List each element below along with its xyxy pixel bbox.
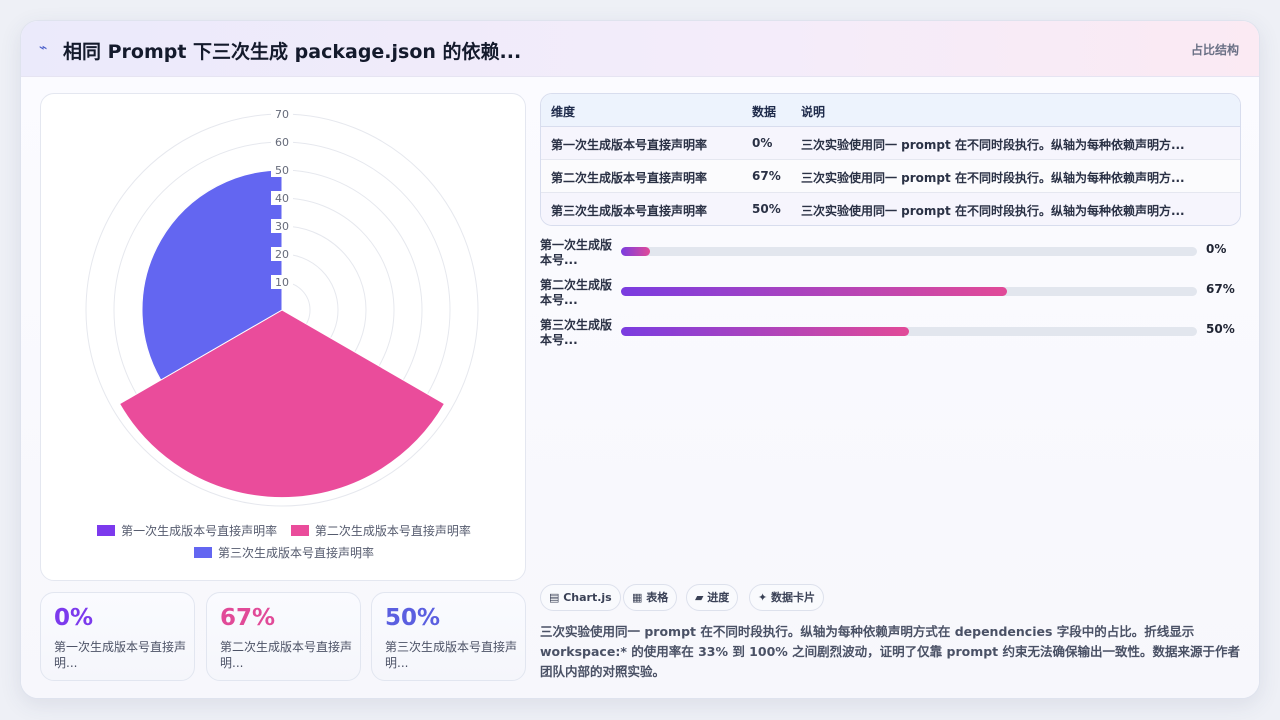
table-cell: 第二次生成版本号直接声明率 <box>551 171 708 185</box>
progress-value: 50% <box>1206 322 1235 336</box>
polar-chart-panel: 10 20 30 40 50 60 70 第一次生成版本号直接声明率 第二次生成版本号直接声… <box>40 93 526 581</box>
data-table: 维度 数据 说明 第一次生成版本号直接声明率 0% 三次实验使用同一 promp… <box>540 93 1241 226</box>
card-title: 相同 Prompt 下三次生成 package.json 的依赖... <box>63 41 522 63</box>
table-row[interactable]: 第三次生成版本号直接声明率 50% 三次实验使用同一 prompt 在不同时段执… <box>541 193 1240 225</box>
radial-tick-label: 70 <box>275 108 289 121</box>
legend-label: 第二次生成版本号直接声明率 <box>314 524 471 538</box>
progress-track <box>621 247 1197 256</box>
progress-fill <box>621 247 650 256</box>
radial-tick-label: 50 <box>275 164 289 177</box>
progress-row-second: 第二次生成版本号... 67% <box>540 278 1241 310</box>
polar-area-chart: 10 20 30 40 50 60 70 <box>85 107 479 507</box>
progress-track <box>621 327 1197 336</box>
radial-tick-label: 60 <box>275 136 289 149</box>
stat-value: 50% <box>385 605 441 631</box>
table-cell: 三次实验使用同一 prompt 在不同时段执行。纵轴为每种依赖声明方... <box>801 138 1185 152</box>
chip-table[interactable]: ▦ 表格 <box>623 584 678 611</box>
table-cell: 0% <box>752 136 773 150</box>
table-row[interactable]: 第一次生成版本号直接声明率 0% 三次实验使用同一 prompt 在不同时段执行… <box>541 127 1240 160</box>
progress-row-first: 第一次生成版本号... 0% <box>540 238 1241 270</box>
chart-description: 三次实验使用同一 prompt 在不同时段执行。纵轴为每种依赖声明方式在 dep… <box>540 624 1241 679</box>
table-header-row: 维度 数据 说明 <box>541 94 1240 127</box>
stat-label: 第三次生成版本号直接声明... <box>385 640 518 670</box>
chart-legend: 第一次生成版本号直接声明率 第二次生成版本号直接声明率 第三次生成版本号直接声明… <box>41 522 527 566</box>
chip-data-card[interactable]: ✦ 数据卡片 <box>749 584 825 611</box>
legend-swatch <box>193 547 212 558</box>
radial-tick-label: 10 <box>275 276 289 289</box>
table-cell: 三次实验使用同一 prompt 在不同时段执行。纵轴为每种依赖声明方... <box>801 171 1185 185</box>
stat-value: 0% <box>54 605 94 631</box>
progress-value: 67% <box>1206 282 1235 296</box>
stat-label: 第二次生成版本号直接声明... <box>220 640 353 670</box>
legend-swatch <box>97 525 116 536</box>
chip-chartjs[interactable]: ▤ Chart.js <box>540 584 621 611</box>
legend-label: 第一次生成版本号直接声明率 <box>121 524 278 538</box>
stat-card-third: 50% 第三次生成版本号直接声明... <box>371 592 526 681</box>
stat-card-second: 67% 第二次生成版本号直接声明... <box>206 592 361 681</box>
progress-value: 0% <box>1206 242 1227 256</box>
legend-item-second[interactable]: 第二次生成版本号直接声明率 <box>290 522 471 539</box>
progress-track <box>621 287 1197 296</box>
chart-type-tag[interactable]: 占比结构 <box>1191 41 1239 58</box>
table-header-cell[interactable]: 数据 <box>752 103 792 120</box>
stat-label: 第一次生成版本号直接声明... <box>54 640 187 670</box>
progress-label: 第三次生成版本号... <box>540 318 613 347</box>
card-header: ⌁ 相同 Prompt 下三次生成 package.json 的依赖... 占比… <box>21 21 1259 77</box>
radial-tick-label: 30 <box>275 220 289 233</box>
table-header-cell[interactable]: 说明 <box>801 103 1221 120</box>
table-header-cell[interactable]: 维度 <box>551 103 746 120</box>
table-row[interactable]: 第二次生成版本号直接声明率 67% 三次实验使用同一 prompt 在不同时段执… <box>541 160 1240 193</box>
progress-label: 第二次生成版本号... <box>540 278 613 307</box>
legend-item-third[interactable]: 第三次生成版本号直接声明率 <box>193 544 374 561</box>
table-cell: 50% <box>752 202 781 216</box>
legend-swatch <box>290 525 309 536</box>
radial-tick-label: 40 <box>275 192 289 205</box>
legend-item-first[interactable]: 第一次生成版本号直接声明率 <box>97 522 277 539</box>
chip-progress[interactable]: ▰ 进度 <box>686 584 739 611</box>
table-cell: 67% <box>752 169 781 183</box>
progress-fill <box>621 327 909 336</box>
progress-label: 第一次生成版本号... <box>540 238 613 267</box>
table-cell: 第三次生成版本号直接声明率 <box>551 204 708 218</box>
table-cell: 第一次生成版本号直接声明率 <box>551 138 708 152</box>
main-card: ⌁ 相同 Prompt 下三次生成 package.json 的依赖... 占比… <box>20 20 1260 699</box>
stat-card-first: 0% 第一次生成版本号直接声明... <box>40 592 195 681</box>
stat-value: 67% <box>220 605 276 631</box>
sparkle-icon: ⌁ <box>39 40 48 56</box>
radial-tick-label: 20 <box>275 248 289 261</box>
table-cell: 三次实验使用同一 prompt 在不同时段执行。纵轴为每种依赖声明方... <box>801 204 1185 218</box>
progress-row-third: 第三次生成版本号... 50% <box>540 318 1241 350</box>
progress-fill <box>621 287 1007 296</box>
legend-label: 第三次生成版本号直接声明率 <box>217 546 374 560</box>
